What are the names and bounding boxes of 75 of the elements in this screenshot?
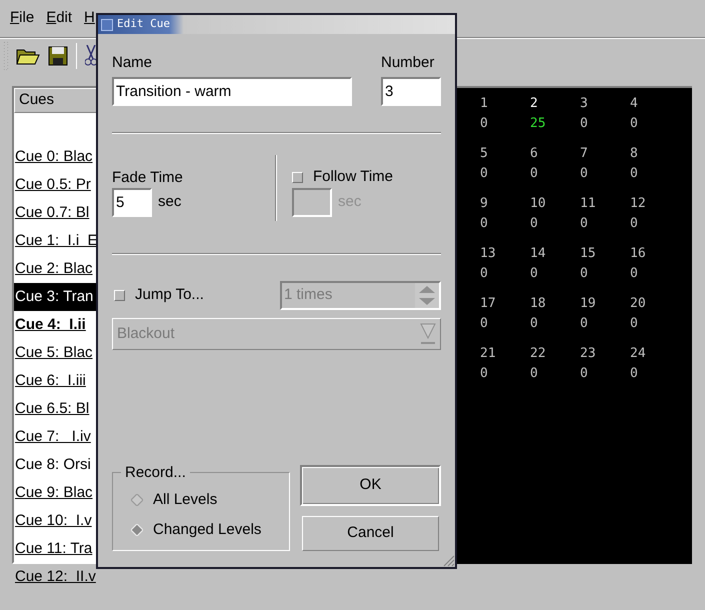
radio-label[interactable]: All Levels [153, 488, 218, 512]
menu-item[interactable]: H [84, 7, 95, 30]
channel-number: 14 [530, 245, 546, 263]
channel-level: 0 [580, 365, 588, 383]
channel-level: 0 [580, 165, 588, 183]
dialog-button[interactable]: OK [300, 465, 441, 506]
channel-number: 22 [530, 345, 546, 363]
channel-number: 10 [530, 195, 546, 213]
channel-level: 0 [480, 165, 488, 183]
window-menu-icon[interactable] [101, 18, 113, 30]
channel-level: 0 [630, 365, 638, 383]
checkbox[interactable] [114, 290, 125, 301]
menu-item[interactable]: Edit [46, 7, 72, 30]
name-field[interactable]: Transition - warm [112, 77, 352, 106]
channel-number: 6 [530, 145, 538, 163]
channel-level: 0 [580, 215, 588, 233]
checkbox-label[interactable]: Follow Time [313, 166, 394, 188]
channel-number: 3 [580, 95, 588, 113]
channel-level: 0 [530, 265, 538, 283]
channel-level: 0 [480, 115, 488, 133]
channel-number: 20 [630, 295, 646, 313]
scissors-icon[interactable] [85, 44, 97, 66]
channel-level: 0 [630, 215, 638, 233]
menu-item[interactable]: File [10, 7, 34, 30]
channel-number: 1 [480, 95, 488, 113]
field-label: Name [112, 53, 154, 72]
channel-level: 0 [480, 215, 488, 233]
channel-number: 8 [630, 145, 638, 163]
number-field[interactable]: 3 [381, 77, 441, 106]
channel-level: 0 [480, 265, 488, 283]
channel-level: 0 [630, 165, 638, 183]
title-bar[interactable]: Edit Cue [98, 15, 455, 34]
channel-number: 2 [530, 95, 538, 113]
channel-number: 11 [580, 195, 596, 213]
channel-number: 18 [530, 295, 546, 313]
channel-number: 13 [480, 245, 496, 263]
field-label: Number [381, 53, 436, 72]
channel-level: 0 [630, 315, 638, 333]
window-title: Edit Cue [117, 16, 170, 32]
channel-number: 19 [580, 295, 596, 313]
field-label: Fade Time [112, 168, 184, 187]
channel-level: 25 [530, 115, 546, 133]
channel-number: 5 [480, 145, 488, 163]
follow-time-field[interactable] [292, 188, 332, 217]
channel-level: 0 [530, 215, 538, 233]
channel-level: 0 [580, 265, 588, 283]
channel-level: 0 [630, 115, 638, 133]
fade-time-field[interactable]: 5 [112, 188, 152, 217]
dropdown-arrow-icon [420, 322, 436, 346]
channel-level: 0 [530, 365, 538, 383]
resize-grip-icon[interactable] [443, 555, 455, 567]
channel-number: 7 [580, 145, 588, 163]
channel-number: 21 [480, 345, 496, 363]
channel-number: 16 [630, 245, 646, 263]
channel-level: 0 [530, 315, 538, 333]
channel-level: 0 [530, 165, 538, 183]
channel-number: 4 [630, 95, 638, 113]
channel-number: 24 [630, 345, 646, 363]
radio-button[interactable] [131, 494, 143, 506]
channel-number: 9 [480, 195, 488, 213]
channel-level: 0 [630, 265, 638, 283]
checkbox-label[interactable]: Jump To... [135, 284, 204, 307]
channel-level: 0 [580, 115, 588, 133]
channel-level: 0 [480, 315, 488, 333]
channel-number: 23 [580, 345, 596, 363]
channel-level: 0 [480, 365, 488, 383]
channel-number: 12 [630, 195, 646, 213]
radio-label[interactable]: Changed Levels [153, 518, 262, 542]
channel-number: 17 [480, 295, 496, 313]
unit-label: sec [158, 192, 182, 212]
grip-icon [4, 42, 8, 70]
checkbox[interactable] [292, 172, 303, 182]
dialog-button[interactable]: Cancel [302, 516, 439, 551]
channel-number: 15 [580, 245, 596, 263]
channel-level: 0 [580, 315, 588, 333]
